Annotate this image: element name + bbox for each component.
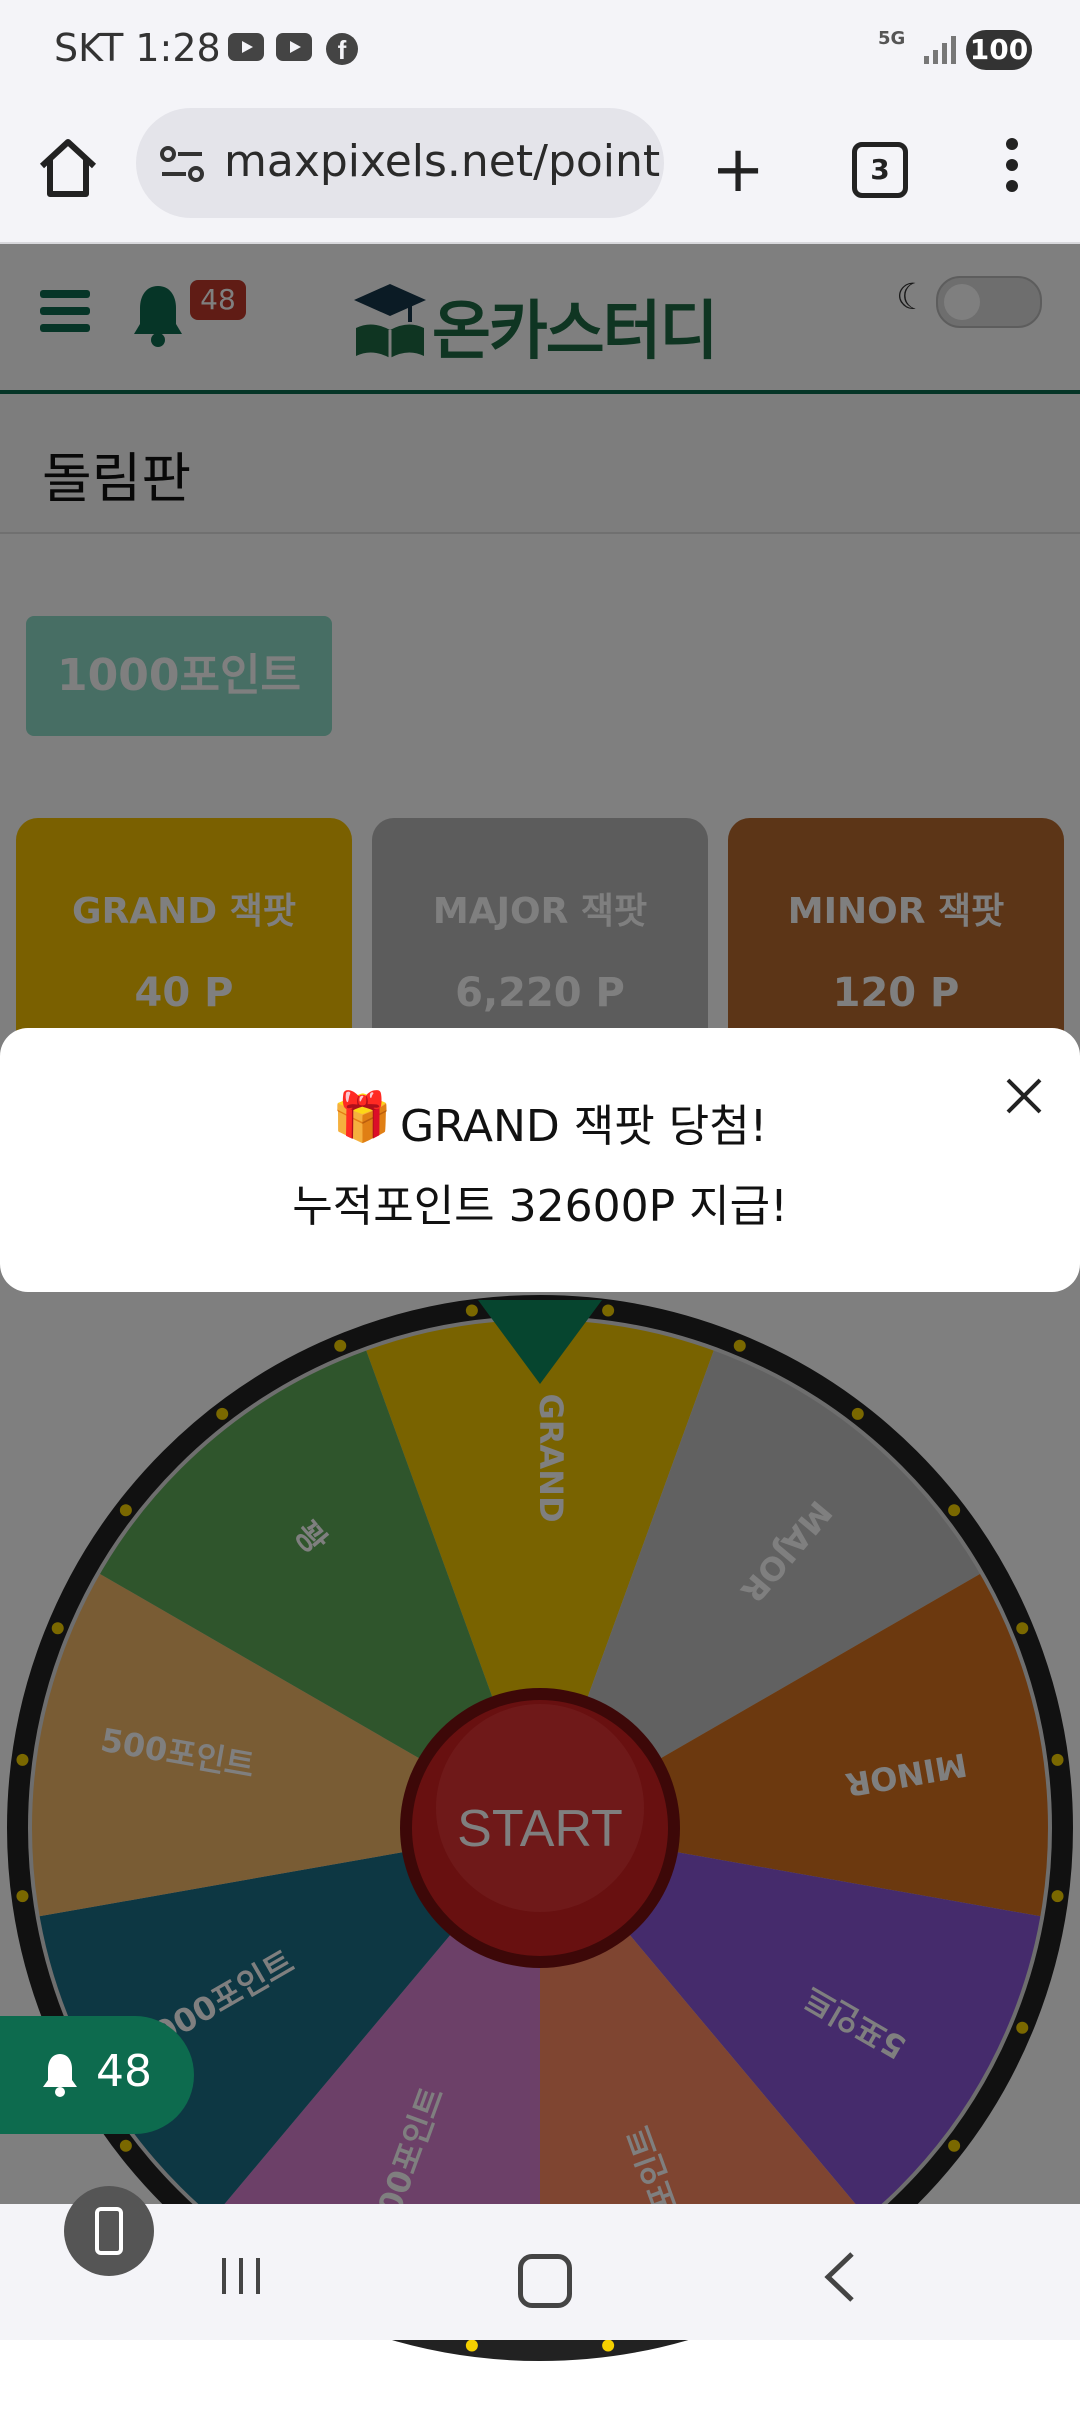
status-carrier-time: SKT 1:28 <box>54 26 221 70</box>
floating-notification-button[interactable]: 48 <box>0 2016 194 2134</box>
browser-toolbar: maxpixels.net/pointz + 3 <box>0 100 1080 244</box>
close-icon[interactable] <box>1000 1072 1048 1120</box>
wheel-light <box>602 2339 615 2352</box>
new-tab-button[interactable]: + <box>704 138 772 206</box>
facebook-icon: f <box>326 33 358 65</box>
wheel-light <box>465 2339 478 2352</box>
tab-switcher-button[interactable]: 3 <box>852 142 908 198</box>
rotate-screen-button[interactable] <box>64 2186 154 2276</box>
popup-title: GRAND 잭팟 당첨! <box>400 1101 768 1152</box>
youtube-icon <box>228 33 264 61</box>
status-bar: SKT 1:28 f 5G 100 <box>0 0 1080 100</box>
address-bar[interactable]: maxpixels.net/pointz <box>136 108 664 218</box>
floating-notification-count: 48 <box>96 2046 152 2097</box>
bell-icon <box>43 2054 77 2097</box>
gift-icon: 🎁 <box>332 1089 392 1145</box>
phone-icon <box>95 2207 123 2255</box>
battery-indicator: 100 <box>966 30 1032 70</box>
more-menu-button[interactable] <box>1000 138 1024 198</box>
system-nav-bar <box>0 2186 1080 2340</box>
back-icon[interactable] <box>820 2250 860 2304</box>
recent-apps-icon[interactable] <box>216 2256 266 2296</box>
url-text[interactable]: maxpixels.net/pointz <box>224 136 660 187</box>
win-popup: 🎁 GRAND 잭팟 당첨! 누적포인트 32600P 지급! <box>0 1028 1080 1292</box>
home-icon[interactable] <box>34 134 102 202</box>
signal-icon <box>924 36 956 64</box>
site-info-icon[interactable] <box>158 144 206 184</box>
popup-message: 누적포인트 32600P 지급! <box>292 1181 788 1232</box>
home-nav-button[interactable] <box>518 2254 572 2308</box>
youtube-icon <box>276 33 312 61</box>
network-type: 5G <box>878 28 906 49</box>
